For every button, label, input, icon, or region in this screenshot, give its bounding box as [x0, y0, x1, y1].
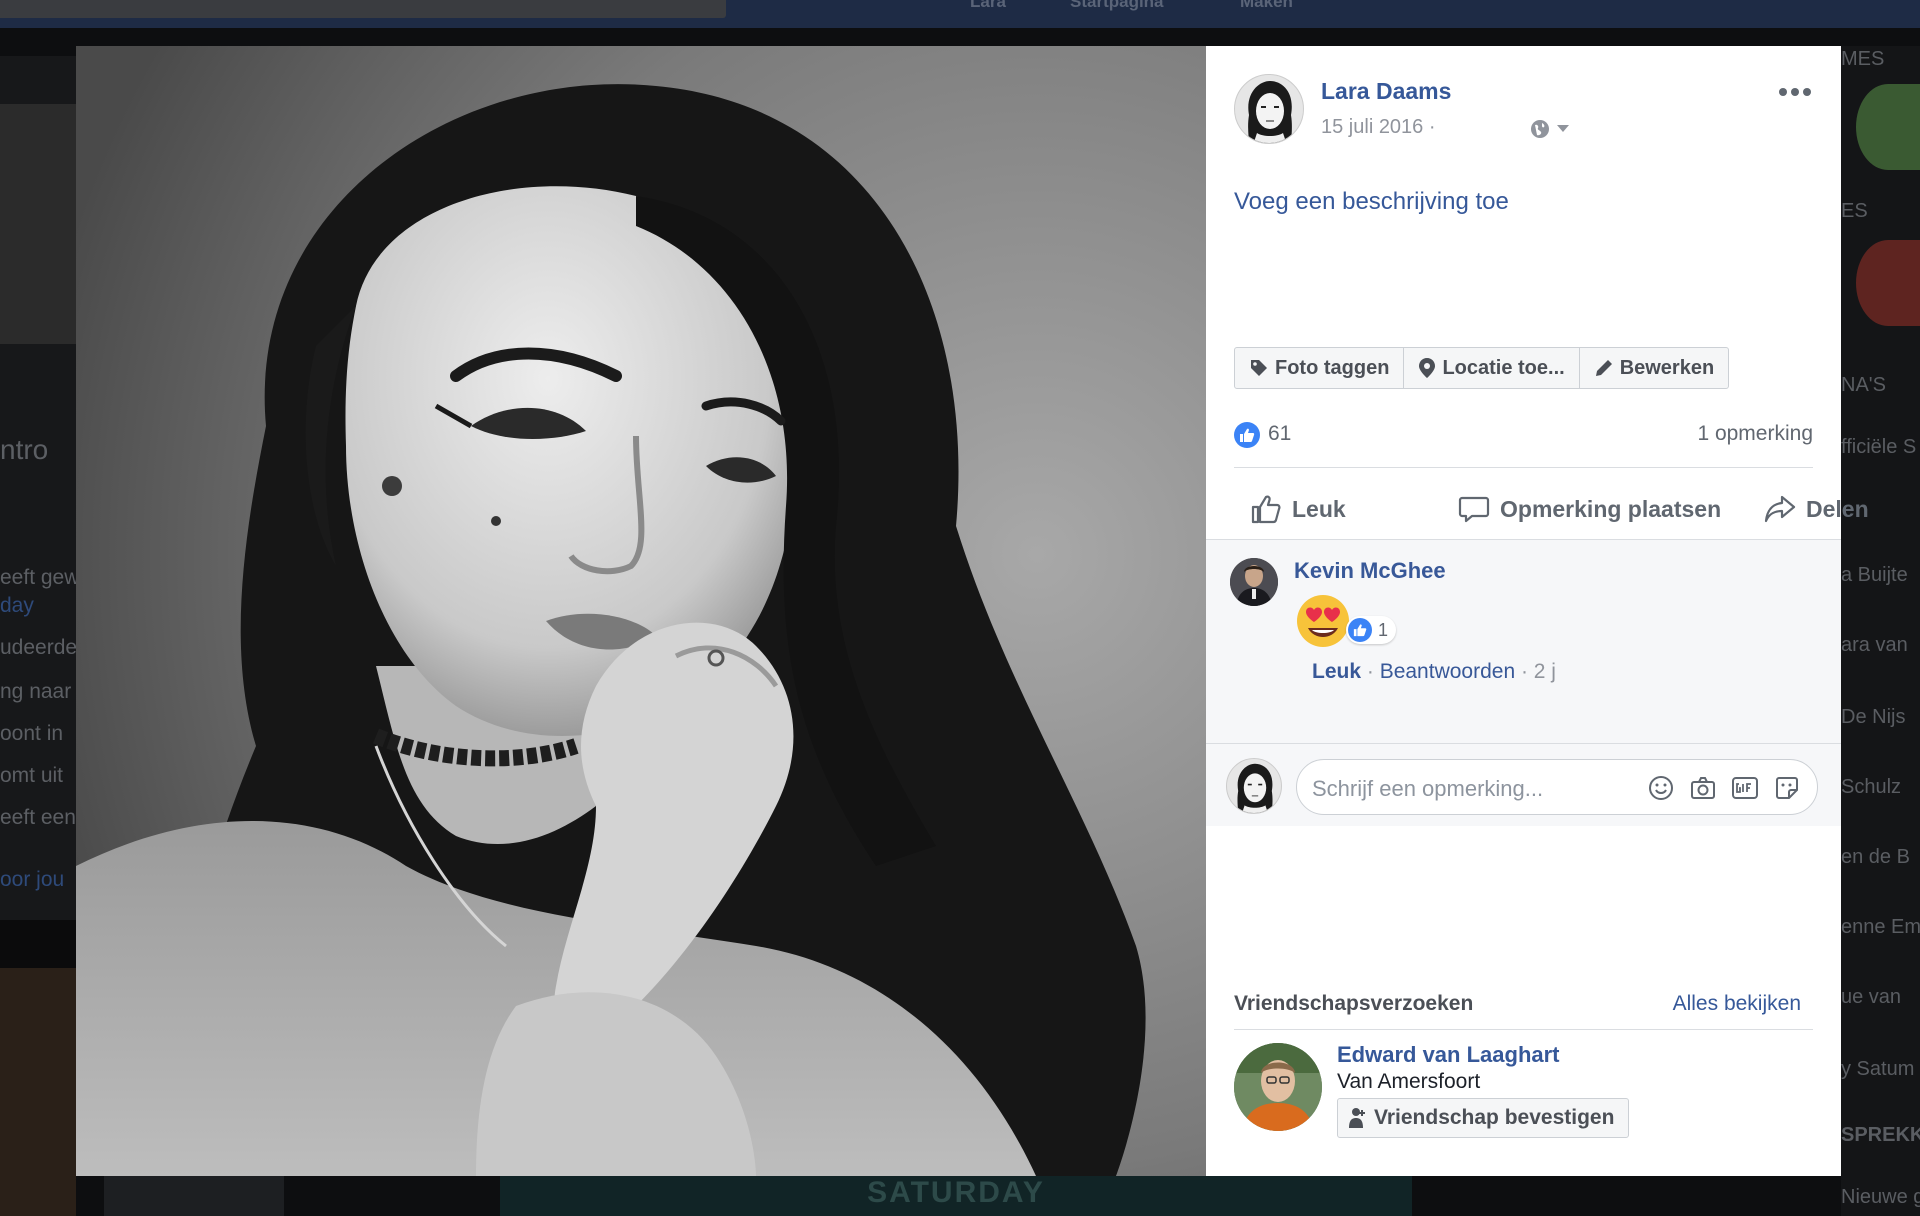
background-right-text: MES	[1841, 48, 1885, 70]
portrait-photo	[76, 46, 1206, 1176]
edit-label: Bewerken	[1619, 356, 1715, 379]
confirm-friend-button[interactable]: Vriendschap bevestigen	[1337, 1098, 1630, 1138]
tag-photo-button[interactable]: Foto taggen	[1235, 348, 1405, 388]
background-right-text: fficiële S	[1841, 436, 1917, 458]
background-bottom-banner: SATURDAY	[500, 1176, 1412, 1216]
add-description-link[interactable]: Voeg een beschrijving toe	[1234, 188, 1509, 216]
friend-request-city: Van Amersfoort	[1337, 1070, 1481, 1093]
author-name[interactable]: Lara Daams	[1321, 78, 1451, 105]
add-friend-icon	[1349, 1108, 1365, 1128]
post-sidebar: Lara Daams 15 juli 2016 · Voeg een besch…	[1206, 46, 1869, 1176]
divider	[1206, 743, 1841, 744]
heart-eyes-emoji-icon	[1297, 595, 1349, 647]
comment-reaction-badge[interactable]: 1	[1346, 616, 1397, 644]
background-left-text: ng naar	[0, 680, 72, 703]
background-right-text: y Satum	[1841, 1058, 1915, 1080]
thumbs-up-outline-icon	[1251, 495, 1281, 524]
more-options-icon[interactable]	[1778, 84, 1812, 100]
thumbs-up-icon	[1240, 428, 1255, 442]
comment-time[interactable]: · 2 j	[1515, 660, 1556, 683]
separator: ·	[1361, 660, 1380, 683]
background-left-text: udeerde	[0, 636, 78, 659]
background-right-text: ES	[1841, 200, 1868, 222]
comment-actions: Leuk · Beantwoorden · 2 j	[1312, 660, 1556, 684]
share-arrow-icon	[1764, 495, 1796, 523]
background-right-text: De Nijs	[1841, 706, 1906, 728]
emoji-icon[interactable]	[1647, 774, 1675, 802]
photo-tools: Foto taggen Locatie toe... Bewerken	[1234, 347, 1730, 389]
divider	[1234, 1029, 1813, 1030]
photo[interactable]	[76, 46, 1206, 1176]
background-right-text: NA'S	[1841, 374, 1886, 396]
thumbs-up-icon	[1348, 618, 1372, 642]
background-right-text: SPREKKI	[1841, 1124, 1920, 1146]
globe-icon[interactable]	[1529, 118, 1551, 140]
share-label: Delen	[1806, 495, 1869, 522]
background-left-text: day	[0, 594, 34, 617]
background-left-text: oont in	[0, 722, 64, 745]
background-nav-profile: Lara	[970, 0, 1006, 11]
add-location-label: Locatie toe...	[1442, 356, 1565, 379]
background-right-text: a Buijte	[1841, 564, 1908, 586]
background-game-icon	[1856, 84, 1920, 170]
friend-request-name[interactable]: Edward van Laaghart	[1337, 1042, 1560, 1068]
comment-like-count: 1	[1378, 619, 1389, 640]
comment-count[interactable]: 1 opmerking	[1697, 422, 1813, 446]
background-search-bar	[0, 0, 726, 18]
comment-input-placeholder: Schrijf een opmerking...	[1312, 776, 1544, 801]
pencil-icon	[1595, 360, 1612, 376]
background-profile-photo	[0, 104, 76, 344]
comment-button[interactable]: Opmerking plaatsen	[1458, 484, 1721, 534]
like-count[interactable]: 61	[1268, 422, 1291, 446]
chevron-down-icon[interactable]	[1556, 124, 1570, 134]
current-user-avatar	[1226, 758, 1282, 814]
background-divider	[0, 920, 76, 970]
tag-photo-label: Foto taggen	[1275, 356, 1390, 379]
comment-like-link[interactable]: Leuk	[1312, 660, 1361, 683]
post-date[interactable]: 15 juli 2016 ·	[1321, 116, 1436, 139]
photo-viewer-modal: Lara Daams 15 juli 2016 · Voeg een besch…	[76, 46, 1869, 1176]
background-game-icon	[1856, 240, 1920, 326]
background-right-text: Nieuwe gro	[1841, 1186, 1920, 1208]
background-left-text: ntro	[0, 434, 49, 465]
background-thumb	[104, 1176, 284, 1216]
background-right-text: ue van	[1841, 986, 1902, 1008]
commenter-name[interactable]: Kevin McGhee	[1294, 558, 1446, 584]
background-left-text: eeft gew	[0, 566, 80, 589]
like-reaction-badge[interactable]	[1234, 422, 1260, 448]
background-right-text: ara van	[1841, 634, 1908, 656]
background-nav-create: Maken	[1240, 0, 1293, 11]
like-button[interactable]: Leuk	[1250, 484, 1346, 534]
add-location-button[interactable]: Locatie toe...	[1404, 348, 1580, 388]
comment-section: Kevin McGhee 1 Leuk · Beantwoorden · 2 j	[1206, 540, 1841, 826]
background-right-text: en de B	[1841, 846, 1910, 868]
edit-button[interactable]: Bewerken	[1580, 348, 1729, 388]
background-right-text: enne Em	[1841, 916, 1920, 938]
friend-requests-title: Vriendschapsverzoeken	[1234, 992, 1474, 1015]
gif-icon[interactable]	[1731, 774, 1759, 802]
background-left-text: eeft een	[0, 806, 76, 829]
background-left-text: omt uit	[0, 764, 64, 787]
divider	[1234, 467, 1813, 468]
sticker-icon[interactable]	[1773, 774, 1801, 802]
comment-label: Opmerking plaatsen	[1500, 495, 1722, 522]
confirm-friend-label: Vriendschap bevestigen	[1374, 1106, 1615, 1129]
background-right-text: Schulz	[1841, 776, 1902, 798]
see-all-link[interactable]: Alles bekijken	[1673, 992, 1801, 1016]
tag-icon	[1251, 360, 1267, 376]
background-left-text: oor jou	[0, 868, 65, 891]
share-button[interactable]: Delen	[1764, 484, 1869, 534]
camera-icon[interactable]	[1689, 774, 1717, 802]
background-photo-thumb	[0, 968, 76, 1216]
like-label: Leuk	[1292, 495, 1346, 522]
background-nav-home: Startpagina	[1070, 0, 1164, 11]
friend-request-avatar[interactable]	[1234, 1043, 1322, 1131]
comment-reply-link[interactable]: Beantwoorden	[1380, 660, 1515, 683]
location-pin-icon	[1419, 358, 1436, 378]
commenter-avatar[interactable]	[1230, 558, 1278, 606]
comment-input[interactable]: Schrijf een opmerking...	[1296, 759, 1818, 815]
comment-bubble-icon	[1458, 496, 1490, 523]
author-avatar[interactable]	[1234, 74, 1304, 144]
